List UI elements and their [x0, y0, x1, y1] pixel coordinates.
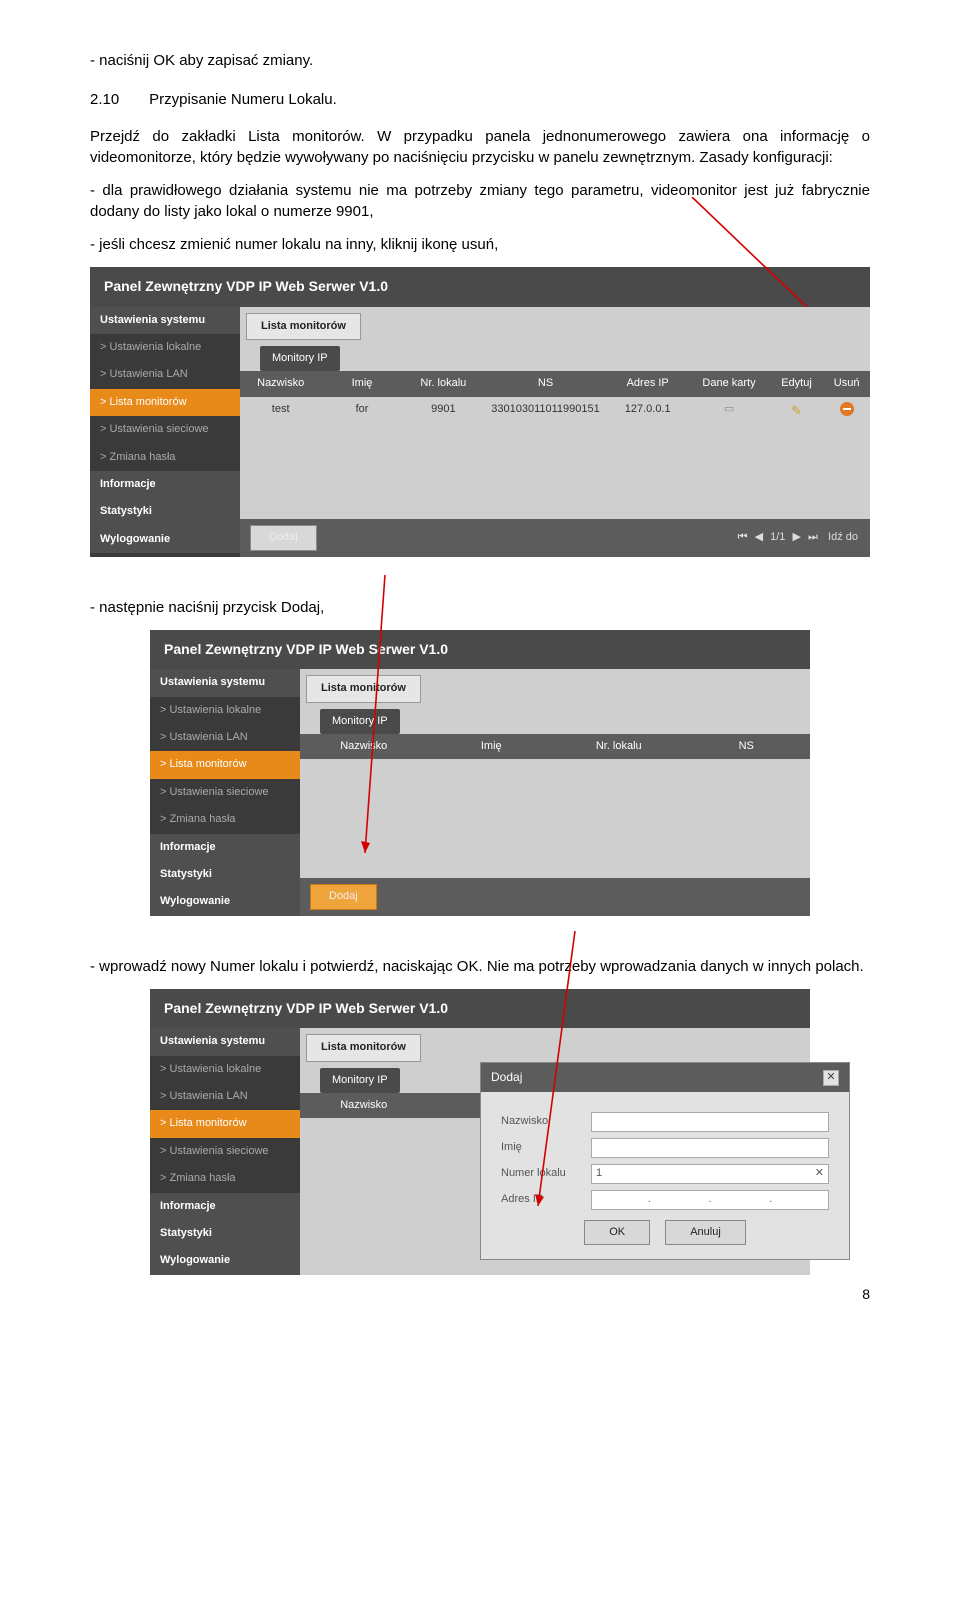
- th-adresip: Adres IP: [607, 371, 688, 396]
- th-nrlokalu: Nr. lokalu: [403, 371, 484, 396]
- sidebar-item-informacje[interactable]: Informacje: [90, 471, 240, 498]
- cell-imie: for: [321, 397, 402, 426]
- pager-first-icon[interactable]: ⏮: [738, 531, 748, 543]
- chip-monitory-ip[interactable]: Monitory IP: [260, 346, 340, 371]
- sidebar: Ustawienia systemu > Ustawienia lokalne …: [90, 307, 240, 557]
- pager-prev-icon[interactable]: ◀: [755, 531, 763, 543]
- sidebar2-sieciowe[interactable]: > Ustawienia sieciowe: [150, 779, 300, 806]
- th-imie: Imię: [321, 371, 402, 396]
- sidebar2-lokalne[interactable]: > Ustawienia lokalne: [150, 697, 300, 724]
- bottom-bar-2: Dodaj: [300, 878, 810, 915]
- bottom-bar: Dodaj ⏮ ◀ 1/1 ▶ ⏭ Idź do: [240, 519, 870, 556]
- card-icon: ▭: [724, 403, 734, 415]
- sidebar-head-ustawienia[interactable]: Ustawienia systemu: [90, 307, 240, 334]
- sidebar2-wylog[interactable]: Wylogowanie: [150, 888, 300, 915]
- sb3-info[interactable]: Informacje: [150, 1193, 300, 1220]
- sidebar2-lista[interactable]: > Lista monitorów: [150, 751, 300, 778]
- sidebar-item-lan[interactable]: > Ustawienia LAN: [90, 361, 240, 388]
- section-number: 2.10: [90, 89, 145, 110]
- input-nazwisko[interactable]: [591, 1112, 829, 1132]
- pager-next-icon[interactable]: ▶: [792, 531, 800, 543]
- sb3-wylog[interactable]: Wylogowanie: [150, 1247, 300, 1274]
- cell-usun[interactable]: [823, 397, 870, 426]
- pager: ⏮ ◀ 1/1 ▶ ⏭ Idź do: [736, 530, 860, 545]
- sb3-sieciowe[interactable]: > Ustawienia sieciowe: [150, 1138, 300, 1165]
- pager-pos: 1/1: [770, 531, 785, 543]
- panel-title-3: Panel Zewnętrzny VDP IP Web Serwer V1.0: [150, 989, 810, 1029]
- screenshot-1: Panel Zewnętrzny VDP IP Web Serwer V1.0 …: [90, 267, 870, 557]
- sidebar2-info[interactable]: Informacje: [150, 834, 300, 861]
- clear-icon[interactable]: ✕: [815, 1166, 824, 1181]
- anuluj-button[interactable]: Anuluj: [665, 1220, 746, 1245]
- sb3-head[interactable]: Ustawienia systemu: [150, 1028, 300, 1055]
- th-ns: NS: [484, 371, 607, 396]
- cell-ns: 330103011011990151: [484, 397, 607, 426]
- sidebar-item-statystyki[interactable]: Statystyki: [90, 498, 240, 525]
- th-usun: Usuń: [823, 371, 870, 396]
- cell-nrlokalu: 9901: [403, 397, 484, 426]
- th2-nrlokalu: Nr. lokalu: [555, 734, 683, 759]
- tab3-lista[interactable]: Lista monitorów: [306, 1034, 421, 1061]
- dodaj-button[interactable]: Dodaj: [250, 525, 317, 550]
- screenshot-2: Panel Zewnętrzny VDP IP Web Serwer V1.0 …: [150, 630, 810, 916]
- cell-edytuj[interactable]: ✎: [770, 397, 824, 426]
- sidebar-item-wylogowanie[interactable]: Wylogowanie: [90, 526, 240, 553]
- sb3-lista[interactable]: > Lista monitorów: [150, 1110, 300, 1137]
- ok-button[interactable]: OK: [584, 1220, 650, 1245]
- th-edytuj: Edytuj: [770, 371, 824, 396]
- sb3-haslo[interactable]: > Zmiana hasła: [150, 1165, 300, 1192]
- chip3[interactable]: Monitory IP: [320, 1068, 400, 1093]
- dodaj-button-2[interactable]: Dodaj: [310, 884, 377, 909]
- sb3-lan[interactable]: > Ustawienia LAN: [150, 1083, 300, 1110]
- sidebar-3: Ustawienia systemu > Ustawienia lokalne …: [150, 1028, 300, 1275]
- th2-ns: NS: [683, 734, 811, 759]
- modal-title: Dodaj: [491, 1069, 522, 1086]
- th-danekarty: Dane karty: [688, 371, 769, 396]
- sidebar-item-lista-monitorow[interactable]: > Lista monitorów: [90, 389, 240, 416]
- cell-adresip: 127.0.0.1: [607, 397, 688, 426]
- input-imie[interactable]: [591, 1138, 829, 1158]
- cell-danekarty[interactable]: ▭: [688, 397, 769, 426]
- delete-icon: [840, 402, 854, 416]
- sidebar-item-sieciowe[interactable]: > Ustawienia sieciowe: [90, 416, 240, 443]
- sidebar-item-lokalne[interactable]: > Ustawienia lokalne: [90, 334, 240, 361]
- sidebar-item-zmiana-hasla[interactable]: > Zmiana hasła: [90, 444, 240, 471]
- th-nazwisko: Nazwisko: [240, 371, 321, 396]
- th3-nazwisko: Nazwisko: [300, 1093, 428, 1118]
- table-row: test for 9901 330103011011990151 127.0.0…: [240, 397, 870, 426]
- sb3-stat[interactable]: Statystyki: [150, 1220, 300, 1247]
- doc-para2: - wprowadź nowy Numer lokalu i potwierdź…: [90, 956, 870, 977]
- modal-close-icon[interactable]: ✕: [823, 1070, 839, 1086]
- doc-middle: - następnie naciśnij przycisk Dodaj,: [90, 597, 870, 618]
- sidebar2-haslo[interactable]: > Zmiana hasła: [150, 806, 300, 833]
- page-number: 8: [90, 1285, 870, 1305]
- doc-para1: Przejdź do zakładki Lista monitorów. W p…: [90, 126, 870, 168]
- tab-lista-monitorow[interactable]: Lista monitorów: [246, 313, 361, 340]
- section-title: Przypisanie Numeru Lokalu.: [149, 91, 337, 108]
- panel-title-2: Panel Zewnętrzny VDP IP Web Serwer V1.0: [150, 630, 810, 670]
- input-numer-lokalu[interactable]: 1✕: [591, 1164, 829, 1184]
- tab-row: Lista monitorów Monitory IP: [240, 307, 870, 372]
- sidebar-2: Ustawienia systemu > Ustawienia lokalne …: [150, 669, 300, 916]
- sidebar2-stat[interactable]: Statystyki: [150, 861, 300, 888]
- th2-imie: Imię: [428, 734, 556, 759]
- pager-goto[interactable]: Idź do: [828, 531, 858, 543]
- pager-last-icon[interactable]: ⏭: [808, 531, 818, 543]
- sb3-lokalne[interactable]: > Ustawienia lokalne: [150, 1056, 300, 1083]
- screenshot-3: Panel Zewnętrzny VDP IP Web Serwer V1.0 …: [150, 989, 810, 1275]
- cell-nazwisko: test: [240, 397, 321, 426]
- table-header: Nazwisko Imię Nr. lokalu NS Adres IP Dan…: [240, 371, 870, 396]
- input-adres-ip[interactable]: ...: [591, 1190, 829, 1210]
- pencil-icon: ✎: [791, 403, 802, 418]
- doc-line1: - naciśnij OK aby zapisać zmiany.: [90, 50, 870, 71]
- sidebar2-head[interactable]: Ustawienia systemu: [150, 669, 300, 696]
- sidebar2-lan[interactable]: > Ustawienia LAN: [150, 724, 300, 751]
